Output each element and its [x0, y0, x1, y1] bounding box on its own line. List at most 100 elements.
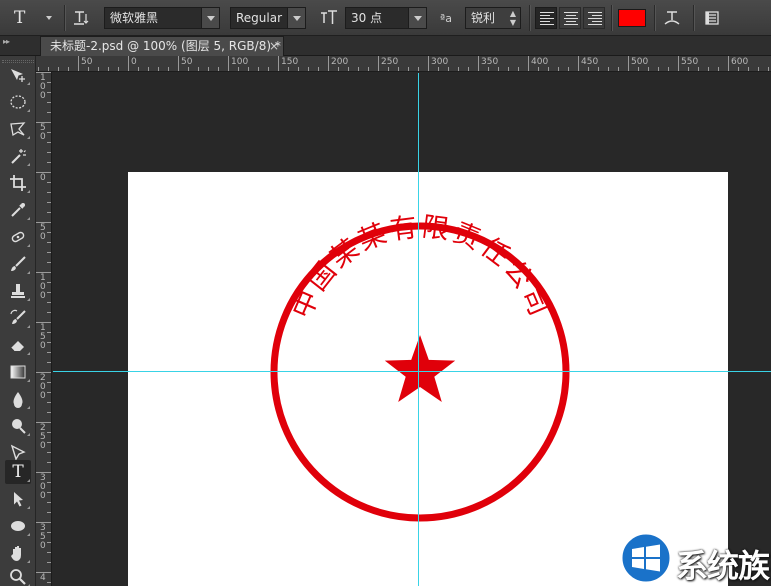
- separator: [64, 5, 65, 31]
- ruler-ticks: [38, 56, 769, 71]
- ruler-label: 4: [40, 573, 46, 583]
- magic-wand-tool[interactable]: [5, 144, 31, 168]
- vertical-ruler[interactable]: 100 50 0 50 100 150 200 250 300 350 4: [36, 72, 52, 586]
- brush-tool-icon: [11, 256, 26, 271]
- separator: [529, 5, 530, 31]
- ruler-label: 100: [231, 57, 249, 67]
- star-icon: [384, 335, 456, 402]
- eyedropper-tool[interactable]: [5, 198, 31, 222]
- ruler-label: 350: [40, 523, 46, 551]
- chevron-down-icon[interactable]: [201, 8, 219, 28]
- chevron-down-icon[interactable]: [287, 8, 305, 28]
- type-tool-icon: T: [14, 8, 26, 28]
- document-tab-title: 未标题-2.psd @ 100% (图层 5, RGB/8) *: [50, 39, 281, 53]
- clone-stamp-tool[interactable]: [5, 279, 31, 303]
- crop-tool-icon: [10, 175, 26, 191]
- toolbox: T: [0, 56, 36, 586]
- ellipse-marquee-tool-icon: [10, 95, 26, 109]
- align-right-button[interactable]: [583, 7, 605, 29]
- separator: [693, 5, 694, 31]
- options-bar: T 微软雅黑 Regular 30 点 ªa 锐利 ▲ ▼: [0, 0, 771, 36]
- move-tool[interactable]: [5, 63, 31, 87]
- zoom-tool[interactable]: [5, 565, 31, 586]
- text-orientation-button[interactable]: [70, 7, 92, 29]
- blur-tool-icon: [13, 392, 23, 408]
- ellipse-tool-icon: [11, 521, 25, 531]
- align-left-button[interactable]: [535, 7, 557, 29]
- font-style-select[interactable]: Regular: [230, 7, 306, 29]
- anti-alias-select[interactable]: 锐利 ▲ ▼: [465, 7, 521, 29]
- align-center-button[interactable]: [559, 7, 581, 29]
- gradient-tool-icon: [10, 365, 26, 379]
- spot-healing-tool[interactable]: [5, 225, 31, 249]
- character-panel-button[interactable]: [700, 7, 724, 29]
- ellipse-tool[interactable]: [5, 514, 31, 538]
- brush-tool[interactable]: [5, 252, 31, 276]
- ruler-label: 500: [631, 57, 649, 67]
- hand-tool[interactable]: [5, 541, 31, 565]
- gradient-tool[interactable]: [5, 360, 31, 384]
- font-size-value: 30 点: [351, 11, 383, 25]
- hand-tool-icon: [11, 546, 21, 561]
- document-canvas[interactable]: 中国某某有限责任公司: [128, 172, 728, 586]
- chevron-down-icon[interactable]: [408, 8, 426, 28]
- separator: [611, 5, 612, 31]
- history-brush-tool-icon: [10, 309, 26, 324]
- ruler-label: 150: [281, 57, 299, 67]
- ruler-label: 100: [40, 73, 46, 101]
- ruler-label: 200: [331, 57, 349, 67]
- ruler-label: 400: [531, 57, 549, 67]
- ruler-label: 150: [40, 323, 46, 351]
- horizontal-ruler[interactable]: 50 0 50 100 150 200 250 300 350 400 450 500 550 600: [36, 56, 771, 72]
- zoom-tool-icon: [10, 569, 26, 585]
- blur-tool[interactable]: [5, 387, 31, 411]
- official-seal: 中国某某有限责任公司: [270, 212, 570, 522]
- ruler-label: 0: [40, 173, 46, 183]
- tool-preset-picker[interactable]: T: [14, 7, 56, 29]
- close-icon[interactable]: ×: [269, 37, 279, 56]
- windows-logo-icon: [619, 531, 673, 585]
- ruler-label: 50: [40, 223, 46, 242]
- type-tool-icon: T: [12, 462, 24, 482]
- dodge-tool[interactable]: [5, 414, 31, 438]
- document-tab[interactable]: 未标题-2.psd @ 100% (图层 5, RGB/8) * ×: [40, 36, 284, 56]
- font-size-input[interactable]: 30 点: [345, 7, 427, 29]
- align-left-icon: [540, 12, 554, 27]
- ruler-label: 350: [481, 57, 499, 67]
- ruler-label: 300: [431, 57, 449, 67]
- ruler-label: 250: [40, 423, 46, 451]
- text-color-swatch[interactable]: [618, 9, 646, 27]
- canvas-workspace[interactable]: 中国某某有限责任公司: [53, 73, 771, 586]
- ellipse-marquee-tool[interactable]: [5, 90, 31, 114]
- font-size-button: [318, 7, 340, 29]
- collapse-panel-icon[interactable]: ▸▸: [3, 37, 10, 46]
- character-panel-icon: [705, 11, 719, 25]
- polygonal-lasso-tool[interactable]: [5, 117, 31, 141]
- horizontal-guide[interactable]: [53, 371, 771, 372]
- font-family-select[interactable]: 微软雅黑: [104, 7, 220, 29]
- clone-stamp-tool-icon: [11, 284, 25, 298]
- align-right-icon: [588, 12, 602, 27]
- move-tool-icon: [11, 69, 25, 82]
- ruler-label: 50: [81, 57, 93, 67]
- ruler-label: 0: [131, 57, 137, 67]
- anti-alias-icon: ªa: [440, 11, 452, 25]
- ruler-label: 300: [40, 473, 46, 501]
- separator: [654, 5, 655, 31]
- vertical-guide[interactable]: [418, 73, 419, 586]
- warp-text-icon: [664, 11, 680, 25]
- ruler-label: 50: [40, 123, 46, 142]
- ruler-label: 50: [181, 57, 193, 67]
- document-tab-strip: ▸▸ 未标题-2.psd @ 100% (图层 5, RGB/8) * ×: [0, 36, 771, 56]
- ruler-label: 600: [731, 57, 749, 67]
- color-swatch-fill: [619, 10, 645, 26]
- ruler-label: 450: [581, 57, 599, 67]
- align-center-icon: [564, 12, 578, 27]
- type-tool[interactable]: T: [5, 460, 31, 484]
- path-selection-tool[interactable]: [5, 487, 31, 511]
- history-brush-tool[interactable]: [5, 306, 31, 330]
- crop-tool[interactable]: [5, 171, 31, 195]
- eraser-tool[interactable]: [5, 333, 31, 357]
- ruler-label: 250: [381, 57, 399, 67]
- warp-text-button[interactable]: [660, 7, 684, 29]
